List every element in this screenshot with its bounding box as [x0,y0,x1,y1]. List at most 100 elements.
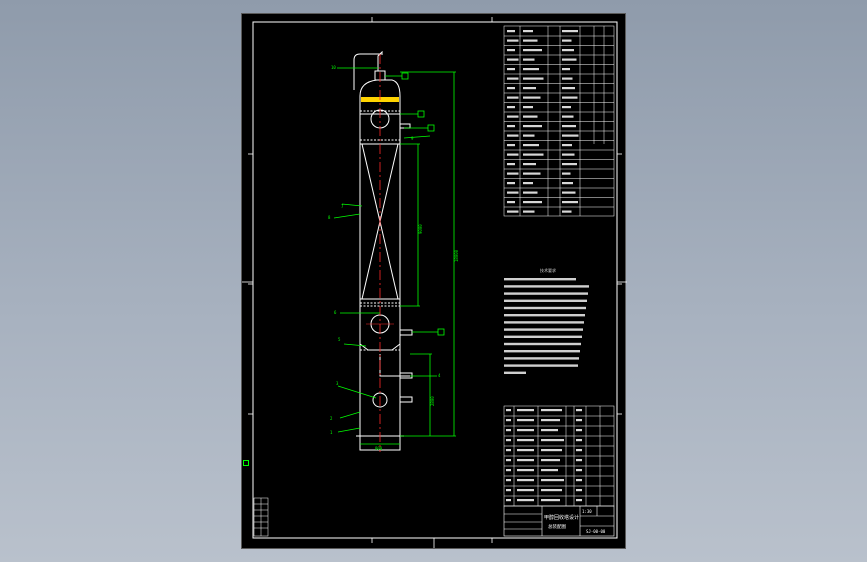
parts-list-text-marks [506,409,582,502]
note-line [504,321,584,324]
dim-bottom-section: 2800 [430,396,435,406]
table-cell-mark [523,153,544,156]
table-cell-mark [562,191,576,194]
note-line [504,278,576,281]
drawing-canvas: 10 9 8 7 6 5 4 3 2 1 18000 9000 2800 800 [242,17,627,548]
parts-cell-mark [576,429,582,432]
parts-cell-mark [506,499,511,502]
parts-cell-mark [541,439,564,442]
table-cell-mark [562,134,579,137]
parts-cell-mark [506,459,511,462]
parts-cell-mark [541,409,562,412]
table-cell-mark [523,39,538,42]
table-cell-mark [562,106,571,109]
parts-cell-mark [517,459,534,462]
parts-cell-mark [541,459,560,462]
dim-diameter: 800 [375,446,383,451]
table-cell-mark [562,49,574,52]
table-cell-mark [507,163,515,166]
note-line [504,357,579,360]
note-line [504,314,585,317]
parts-cell-mark [576,489,582,492]
parts-cell-mark [506,419,511,422]
parts-cell-mark [517,439,534,442]
table-cell-mark [523,49,542,52]
parts-cell-mark [541,449,562,452]
parts-cell-mark [541,419,560,422]
callout-5: 5 [338,337,341,342]
parts-cell-mark [517,409,534,412]
note-line [504,335,582,338]
table-cell-mark [523,172,541,175]
notes-title: 技术要求 [540,267,556,273]
parts-cell-mark [517,499,534,502]
table-cell-mark [562,39,572,42]
parts-cell-mark [506,409,511,412]
table-cell-mark [562,77,573,80]
drain-nozzle [399,396,413,403]
parts-cell-mark [506,429,511,432]
level-nozzle [399,123,411,129]
parts-cell-mark [517,479,534,482]
parts-cell-mark [576,479,582,482]
note-line [504,299,587,302]
table-cell-mark [507,153,519,156]
parts-cell-mark [541,489,562,492]
table-cell-mark [507,39,519,42]
callout-9: 9 [411,136,414,141]
design-data-table [503,25,615,217]
parts-cell-mark [506,449,511,452]
drawing-scale: 1:30 [582,509,592,514]
table-cell-mark [507,210,519,213]
table-cell-mark [507,125,515,128]
table-cell-mark [507,87,515,90]
table-cell-mark [507,77,519,80]
table-cell-mark [507,134,519,137]
table-cell-mark [562,163,577,166]
note-line [504,328,583,331]
parts-cell-mark [506,469,511,472]
parts-cell-mark [576,449,582,452]
table-cell-mark [523,115,538,118]
drawing-number: SJ-00-00 [586,529,606,534]
callout-1: 1 [330,430,333,435]
table-cell-mark [523,144,539,147]
parts-cell-mark [517,469,534,472]
table-cell-mark [523,58,535,61]
reflux-pipe [353,53,383,90]
drawing-subtitle: 总装配图 [548,523,566,530]
callout-3: 3 [336,381,339,386]
table-cell-mark [523,106,533,109]
parts-cell-mark [576,419,582,422]
table-cell-mark [562,115,574,118]
note-line [504,364,578,367]
drawing-sheet: 10 9 8 7 6 5 4 3 2 1 18000 9000 2800 800 [241,13,627,549]
dim-total-height: 18000 [454,249,459,262]
table-cell-mark [523,201,542,204]
parts-cell-mark [576,409,582,412]
parts-cell-mark [576,439,582,442]
table-cell-mark [507,106,515,109]
table-cell-mark [562,172,571,175]
table-cell-mark [562,125,576,128]
table-cell-mark [523,96,541,99]
dimension-labels: 18000 9000 2800 800 [375,224,459,451]
table-cell-mark [507,172,519,175]
table-cell-mark [562,96,578,99]
table-cell-mark [562,30,578,33]
distillation-column [353,51,413,451]
callout-8: 8 [328,215,331,220]
parts-cell-mark [517,449,534,452]
table-cell-mark [562,58,577,61]
vapor-outlet-pipe [377,51,383,71]
technical-notes [504,278,589,374]
table-cell-mark [523,163,536,166]
drawing-title: 甲醇回收塔设计 [544,514,579,521]
ucs-marker[interactable] [243,460,249,466]
table-cell-mark [507,49,515,52]
table-cell-mark [523,125,542,128]
cad-viewport[interactable]: 10 9 8 7 6 5 4 3 2 1 18000 9000 2800 800 [0,0,867,562]
note-line [504,342,581,346]
callout-7: 7 [341,204,344,209]
table-cell-mark [523,182,533,185]
